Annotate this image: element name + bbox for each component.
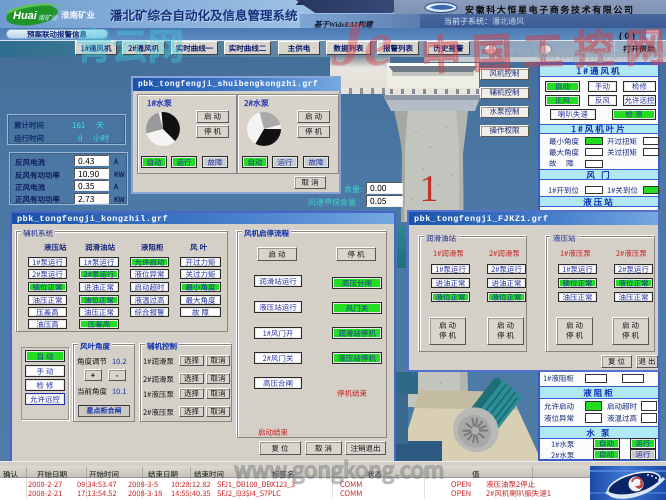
svg-text:1: 1 [420, 168, 439, 210]
svg-text:南矿业: 南矿业 [38, 12, 58, 22]
svg-text:Huai: Huai [13, 10, 38, 22]
svg-text:淮南矿业: 淮南矿业 [61, 9, 96, 21]
